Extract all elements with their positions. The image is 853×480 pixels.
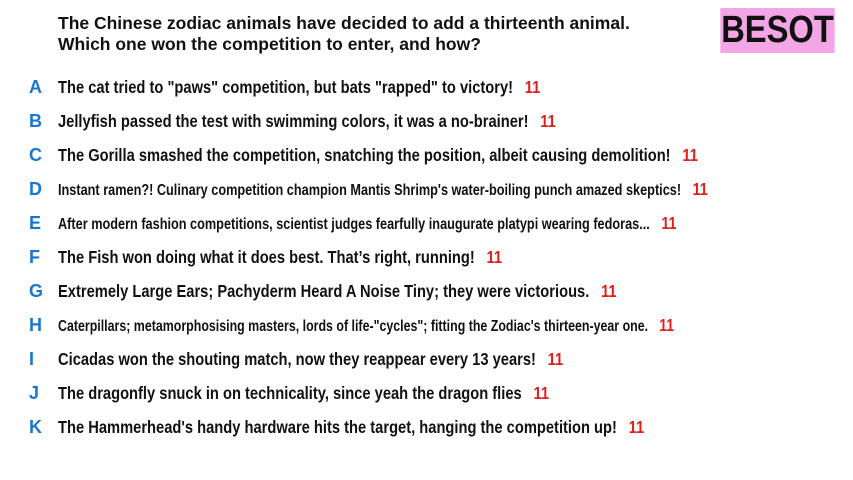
answer-score: 11 [547, 348, 564, 369]
answer-letter: I [29, 348, 35, 369]
answer-letter: G [29, 280, 44, 301]
answer-text: The Fish won doing what it does best. Th… [58, 246, 503, 267]
badge: BESOT [720, 8, 835, 53]
answer-item-f[interactable]: F The Fish won doing what it does best. … [0, 240, 853, 274]
question-line-2: Which one won the competition to enter, … [58, 34, 481, 54]
answer-item-k[interactable]: K The Hammerhead's handy hardware hits t… [0, 410, 853, 444]
question-text: The Chinese zodiac animals have decided … [58, 13, 658, 55]
answer-item-g[interactable]: G Extremely Large Ears; Pachyderm Heard … [0, 274, 853, 308]
answer-score: 11 [533, 382, 550, 403]
answer-score: 11 [659, 314, 675, 335]
answer-text: After modern fashion competitions, scien… [58, 212, 677, 233]
answer-letter: J [29, 382, 40, 403]
answer-letter: K [29, 416, 42, 437]
answer-text: Extremely Large Ears; Pachyderm Heard A … [58, 280, 617, 301]
answer-item-d[interactable]: D Instant ramen?! Culinary competition c… [0, 172, 853, 206]
answer-item-j[interactable]: J The dragonfly snuck in on technicality… [0, 376, 853, 410]
answer-score: 11 [486, 246, 503, 267]
answer-item-c[interactable]: C The Gorilla smashed the competition, s… [0, 138, 853, 172]
answer-text: Instant ramen?! Culinary competition cha… [58, 178, 708, 199]
answer-score: 11 [628, 416, 645, 437]
answer-item-b[interactable]: B Jellyfish passed the test with swimmin… [0, 104, 853, 138]
answer-letter: A [29, 76, 42, 97]
answer-text: The cat tried to "paws" competition, but… [58, 76, 541, 97]
answer-text: Cicadas won the shouting match, now they… [58, 348, 564, 369]
answer-text: The dragonfly snuck in on technicality, … [58, 382, 550, 403]
answer-text: The Gorilla smashed the competition, sna… [58, 144, 698, 165]
answer-item-h[interactable]: H Caterpillars; metamorphosising masters… [0, 308, 853, 342]
answer-letter: D [29, 178, 42, 199]
answer-text: Jellyfish passed the test with swimming … [58, 110, 556, 131]
answer-letter: F [29, 246, 40, 267]
answer-score: 11 [661, 212, 677, 233]
answer-letter: B [29, 110, 42, 131]
answer-item-e[interactable]: E After modern fashion competitions, sci… [0, 206, 853, 240]
answer-score: 11 [682, 144, 698, 165]
answer-text: Caterpillars; metamorphosising masters, … [58, 314, 675, 335]
answer-score: 11 [540, 110, 556, 131]
answer-score: 11 [524, 76, 541, 97]
answer-letter: C [29, 144, 42, 165]
answer-score: 11 [601, 280, 617, 301]
answer-letter: H [29, 314, 42, 335]
answer-item-a[interactable]: A The cat tried to "paws" competition, b… [0, 70, 853, 104]
answer-score: 11 [692, 178, 708, 199]
question-line-1: The Chinese zodiac animals have decided … [58, 13, 630, 33]
answer-text: The Hammerhead's handy hardware hits the… [58, 416, 645, 437]
answer-letter: E [29, 212, 42, 233]
answer-item-i[interactable]: I Cicadas won the shouting match, now th… [0, 342, 853, 376]
